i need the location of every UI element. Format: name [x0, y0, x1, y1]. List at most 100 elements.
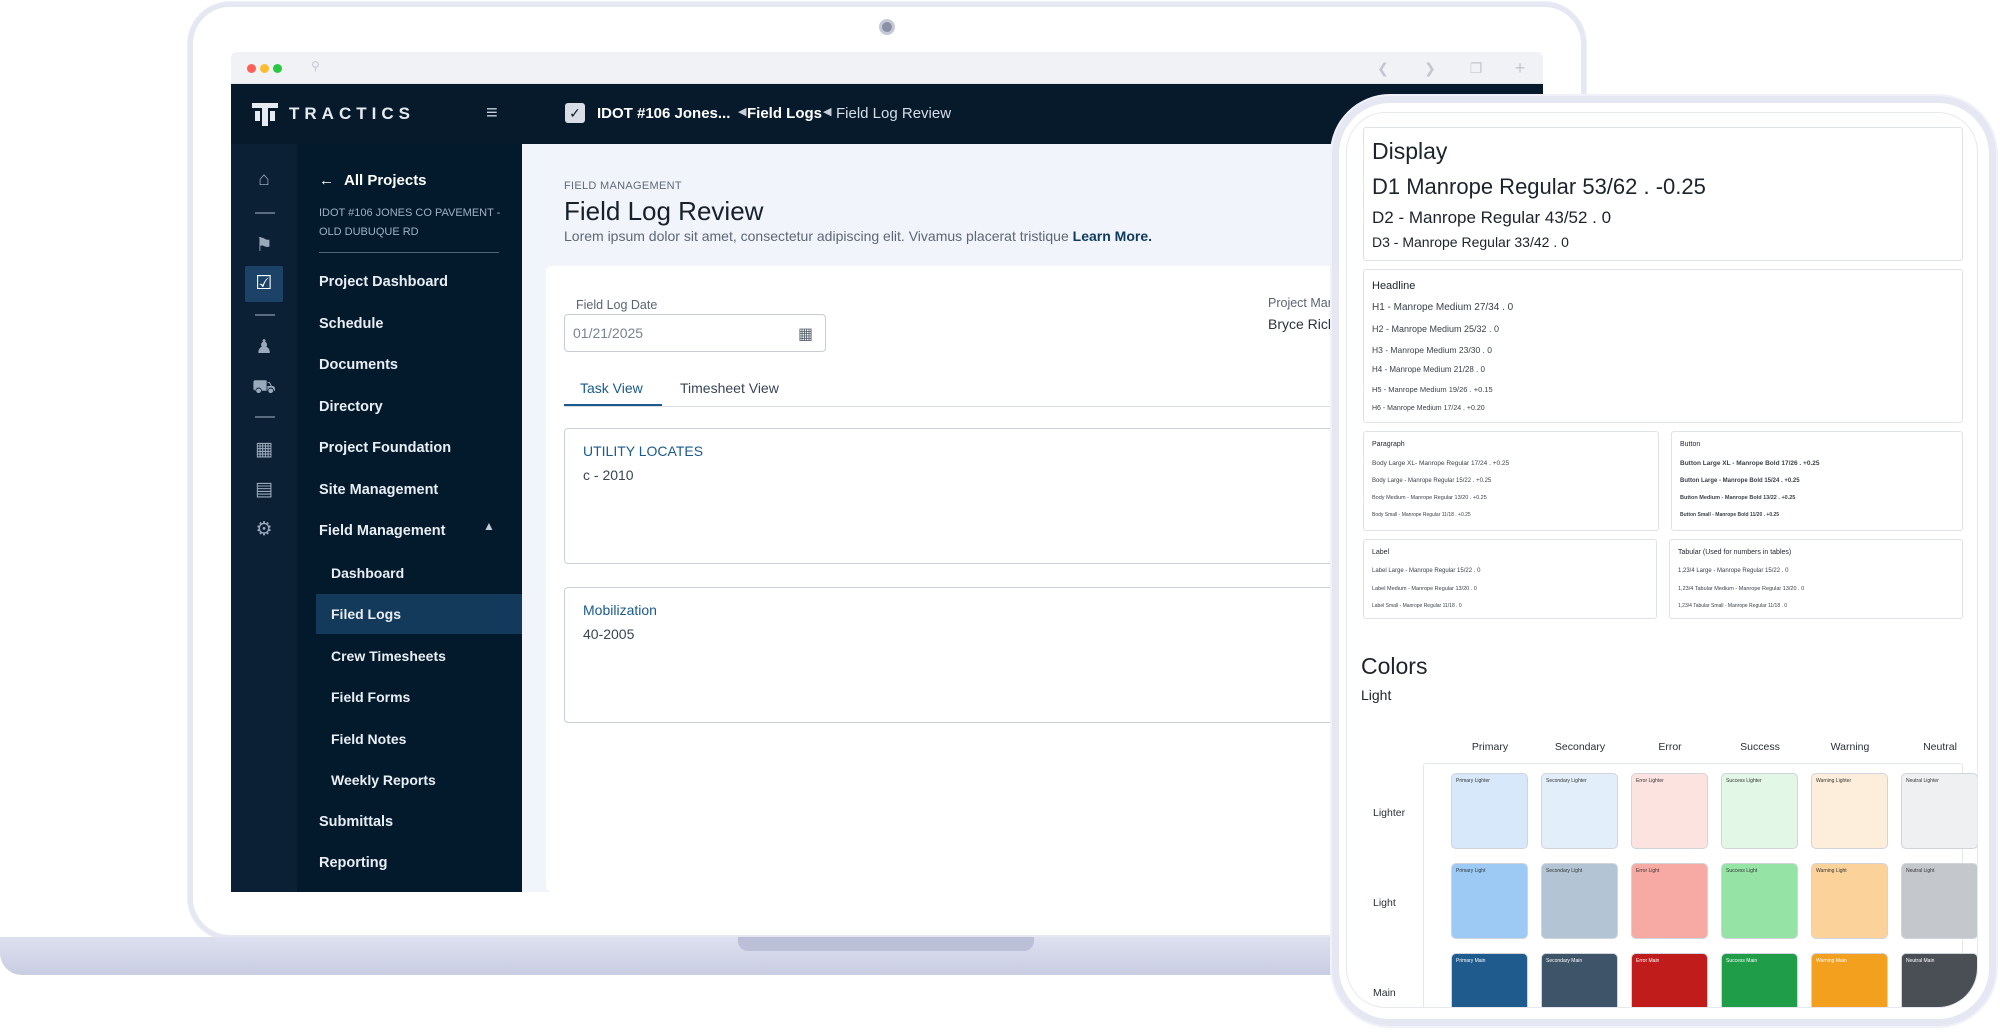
swatch-label: Warning Light [1816, 868, 1847, 874]
subtitle-text: Lorem ipsum dolor sit amet, consectetur … [564, 228, 1069, 244]
browser-toolbar: ⚲ ❮ ❯ ❐ + [231, 52, 1543, 84]
sidebar-item-project-dashboard[interactable]: Project Dashboard [319, 274, 448, 290]
sidebar-item-documents[interactable]: Documents [319, 357, 398, 373]
maximize-window-dot[interactable] [273, 64, 282, 73]
display-d2: D2 - Manrope Regular 43/52 . 0 [1372, 208, 1612, 227]
field-log-icon: ✓ [565, 103, 585, 123]
swatch-label: Success Light [1726, 868, 1758, 874]
tab-timesheet-view[interactable]: Timesheet View [680, 380, 779, 396]
headline-h4: H4 - Manrope Medium 21/28 . 0 [1372, 365, 1485, 374]
tabular-medium: 1,23/4 Tabular Medium - Manrope Regular … [1678, 586, 1805, 592]
sidebar-item-filed-logs[interactable]: Filed Logs [331, 606, 401, 622]
rail-divider [255, 416, 275, 418]
active-tab-indicator [564, 404, 662, 406]
breadcrumb-chevron-icon: ◀ [738, 106, 747, 118]
paragraph-body-medium: Body Medium - Manrope Regular 13/20 . +0… [1372, 495, 1487, 501]
sidebar-item-site-management[interactable]: Site Management [319, 482, 438, 498]
tag-icon[interactable]: ⚑ [231, 228, 297, 264]
color-swatch: Primary Light [1451, 863, 1528, 939]
color-swatch: Warning Light [1811, 863, 1888, 939]
breadcrumb-field-logs[interactable]: Field Logs [747, 105, 822, 122]
sidebar-item-reporting[interactable]: Reporting [319, 855, 387, 871]
color-swatch: Success Light [1721, 863, 1798, 939]
color-swatch: Error Main [1631, 953, 1708, 1007]
sidebar-item-schedule[interactable]: Schedule [319, 316, 383, 332]
tractics-logo-icon [252, 103, 278, 126]
color-column-success: Success [1740, 741, 1780, 753]
sidebar-item-crew-timesheets[interactable]: Crew Timesheets [331, 648, 446, 664]
swatch-label: Neutral Light [1906, 868, 1935, 874]
label-section: Label Label Large - Manrope Regular 15/2… [1363, 539, 1657, 619]
address-bar[interactable] [306, 59, 1596, 77]
project-name: IDOT #106 JONES CO PAVEMENT - OLD DUBUQU… [319, 207, 501, 238]
button-type-section: Button Button Large XL - Manrope Bold 17… [1671, 431, 1963, 531]
chevron-up-icon[interactable]: ▲ [483, 519, 495, 533]
color-swatch: Secondary Light [1541, 863, 1618, 939]
label-small: Label Small - Manrope Regular 11/18 . 0 [1372, 603, 1462, 609]
tab-task-view[interactable]: Task View [580, 380, 643, 396]
checklist-icon[interactable]: ☑ [245, 266, 283, 302]
headline-h6: H6 - Manrope Medium 17/24 . +0.20 [1372, 405, 1485, 412]
swatch-label: Secondary Lighter [1546, 778, 1587, 784]
swatch-label: Neutral Lighter [1906, 778, 1939, 784]
learn-more-link[interactable]: Learn More. [1073, 228, 1152, 244]
color-swatch: Primary Main [1451, 953, 1528, 1007]
paragraph-body-small: Body Small - Manrope Regular 11/18 . +0.… [1372, 512, 1471, 518]
color-swatch: Secondary Lighter [1541, 773, 1618, 849]
display-section: Display D1 Manrope Regular 53/62 . -0.25… [1363, 127, 1963, 261]
truck-icon[interactable]: ⛟ [231, 370, 297, 406]
rail-divider [255, 314, 275, 316]
home-icon[interactable]: ⌂ [231, 162, 297, 198]
close-window-dot[interactable] [247, 64, 256, 73]
people-icon[interactable]: ♟ [231, 330, 297, 366]
button-large: Button Large - Manrope Bold 15/24 . +0.2… [1680, 478, 1800, 484]
swatch-label: Neutral Main [1906, 958, 1935, 964]
display-heading: Display [1372, 138, 1448, 164]
color-row-lighter: Lighter [1373, 807, 1406, 819]
paragraph-heading: Paragraph [1372, 441, 1405, 448]
sidebar-item-directory[interactable]: Directory [319, 399, 383, 415]
display-d1: D1 Manrope Regular 53/62 . -0.25 [1372, 174, 1706, 199]
sidebar-item-project-foundation[interactable]: Project Foundation [319, 440, 451, 456]
table-icon[interactable]: ▦ [231, 432, 297, 468]
rail-divider [255, 212, 275, 214]
task-title: Mobilization [583, 602, 657, 618]
minimize-window-dot[interactable] [260, 64, 269, 73]
color-column-primary: Primary [1471, 741, 1509, 753]
breadcrumb-current: Field Log Review [836, 105, 952, 122]
sidebar-item-submittals[interactable]: Submittals [319, 814, 393, 830]
button-heading: Button [1680, 441, 1701, 448]
color-column-neutral: Neutral [1923, 741, 1957, 753]
color-row-main: Main [1373, 987, 1396, 999]
sidebar-item-dashboard[interactable]: Dashboard [331, 565, 404, 581]
swatch-label: Error Light [1636, 868, 1660, 874]
person-gear-icon[interactable]: ⚙ [231, 512, 297, 548]
sidebar-item-field-management[interactable]: Field Management [319, 523, 446, 539]
forward-arrow-icon[interactable]: ❯ [1421, 59, 1439, 77]
swatch-label: Primary Main [1456, 958, 1486, 964]
field-log-date-input[interactable] [564, 314, 826, 352]
color-column-error: Error [1658, 741, 1682, 753]
swatch-label: Primary Light [1456, 868, 1486, 874]
color-row-light: Light [1373, 897, 1396, 909]
color-swatch: Success Lighter [1721, 773, 1798, 849]
back-arrow-icon[interactable]: ❮ [1374, 59, 1392, 77]
sidebar-item-weekly-reports[interactable]: Weekly Reports [331, 772, 436, 788]
sidebar-item-field-notes[interactable]: Field Notes [331, 731, 406, 747]
camera-icon [879, 19, 895, 35]
sidebar-item-field-forms[interactable]: Field Forms [331, 689, 410, 705]
calendar-icon[interactable]: ▦ [798, 324, 813, 344]
headline-h5: H5 - Manrope Medium 19/26 . +0.15 [1372, 385, 1493, 394]
tabs-icon[interactable]: ❐ [1467, 59, 1485, 77]
colors-heading: Colors [1361, 653, 1428, 679]
tabular-section: Tabular (Used for numbers in tables) 1,2… [1669, 539, 1963, 619]
all-projects-link[interactable]: ← All Projects [319, 172, 427, 189]
label-heading: Label [1372, 549, 1390, 556]
color-swatch: Warning Main [1811, 953, 1888, 1007]
color-swatch: Warning Lighter [1811, 773, 1888, 849]
paragraph-section: Paragraph Body Large XL- Manrope Regular… [1363, 431, 1659, 531]
new-tab-icon[interactable]: + [1511, 59, 1529, 77]
breadcrumb-project[interactable]: IDOT #106 Jones... [597, 105, 730, 122]
collapse-menu-icon[interactable]: ≡ [486, 102, 498, 125]
document-icon[interactable]: ▤ [231, 472, 297, 508]
